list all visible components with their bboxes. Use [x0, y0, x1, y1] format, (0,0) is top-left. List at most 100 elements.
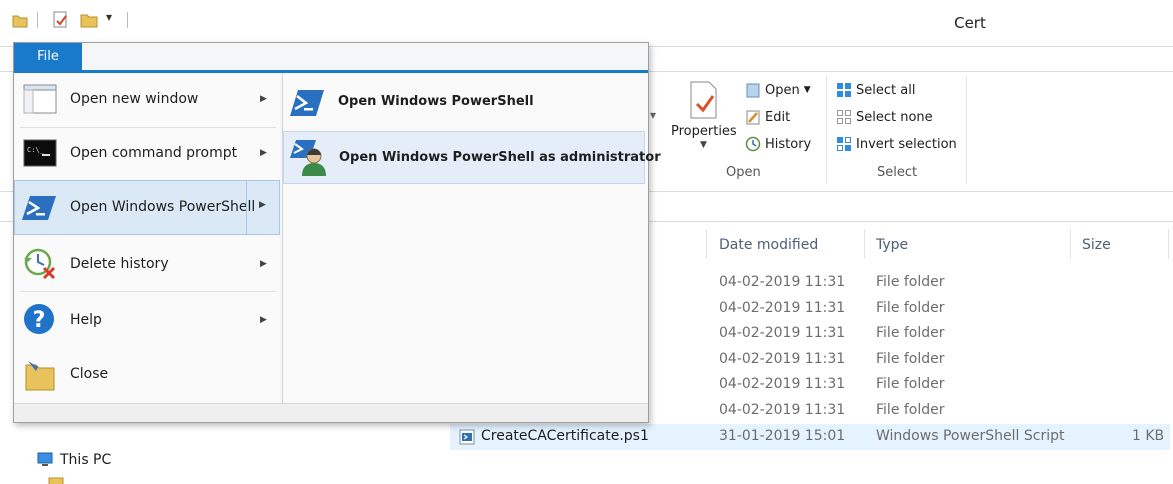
submenu-arrow-icon: ▶ [260, 148, 267, 158]
svg-text:C:\_: C:\_ [27, 146, 45, 154]
file-type: File folder [876, 274, 945, 290]
properties-large-icon [690, 81, 717, 119]
file-date: 04-02-2019 11:31 [719, 300, 846, 316]
folder-icon[interactable] [12, 12, 28, 28]
file-menu-footer [14, 403, 648, 422]
menu-item-open-command-prompt[interactable]: C:\_ Open command prompt ▶ [14, 128, 280, 180]
submenu-arrow-icon: ▶ [260, 259, 267, 269]
close-folder-icon [25, 361, 55, 391]
desktop-folder-icon [48, 477, 64, 484]
properties-icon[interactable] [52, 11, 70, 29]
menu-item-open-windows-powershell[interactable]: Open Windows PowerShell [14, 180, 280, 235]
file-type: Windows PowerShell Script [876, 428, 1065, 444]
customize-quick-access-button[interactable]: ▾ [106, 10, 112, 24]
properties-button[interactable]: Properties ▼ [668, 80, 737, 160]
history-label: History [765, 136, 812, 152]
toolbar-separator [37, 12, 38, 28]
file-type: File folder [876, 402, 945, 418]
open-button[interactable]: Open ▼ [745, 82, 811, 98]
file-date: 04-02-2019 11:31 [719, 325, 846, 341]
file-type: File folder [876, 351, 945, 367]
history-button[interactable]: History [745, 136, 811, 152]
powershell-admin-icon [290, 140, 326, 176]
menu-item-delete-history[interactable]: Delete history ▶ [14, 238, 280, 290]
svg-text:?: ? [33, 308, 46, 333]
menu-item-label: Open command prompt [70, 145, 238, 161]
submenu-item-open-windows-powershell[interactable]: Open Windows PowerShell [283, 76, 645, 129]
window-icon [23, 84, 57, 114]
select-none-button[interactable]: Select none [836, 109, 933, 125]
file-date: 04-02-2019 11:31 [719, 274, 846, 290]
open-dropdown-arrow: ▼ [803, 85, 811, 95]
invert-selection-button[interactable]: Invert selection [836, 136, 957, 152]
file-date: 04-02-2019 11:31 [719, 402, 846, 418]
history-icon [745, 136, 761, 152]
submenu-item-open-windows-powershell-as-administrator[interactable]: Open Windows PowerShell as administrator [283, 131, 661, 184]
submenu-arrow-icon: ▶ [260, 94, 267, 104]
file-type: File folder [876, 300, 945, 316]
toolbar-separator [127, 12, 128, 28]
column-header-type[interactable]: Type [876, 237, 908, 253]
invert-selection-label: Invert selection [856, 136, 957, 152]
open-group-label: Open [726, 165, 761, 180]
invert-selection-icon [837, 137, 851, 151]
select-none-label: Select none [856, 109, 933, 125]
navigation-pane: This PC [0, 420, 440, 484]
file-type: File folder [876, 376, 945, 392]
select-all-button[interactable]: Select all [836, 82, 915, 98]
select-all-label: Select all [856, 82, 916, 98]
file-type: File folder [876, 325, 945, 341]
properties-label: Properties [671, 124, 737, 139]
open-label: Open [765, 82, 800, 98]
menu-item-open-new-window[interactable]: Open new window ▶ [14, 75, 280, 125]
powershell-icon [22, 196, 56, 220]
select-group-label: Select [877, 165, 918, 180]
column-divider [706, 229, 707, 259]
edit-button[interactable]: Edit [745, 109, 790, 125]
submenu-arrow-icon: ▶ [260, 315, 267, 325]
menu-item-label: Delete history [70, 256, 169, 272]
edit-icon [746, 110, 760, 125]
column-header-date-modified[interactable]: Date modified [719, 237, 818, 253]
file-size: 1 KB [1132, 428, 1165, 444]
nav-item-this-pc[interactable]: This PC [36, 452, 111, 468]
file-tab[interactable]: File [14, 43, 82, 70]
edit-label: Edit [765, 109, 791, 125]
open-icon [746, 83, 760, 98]
nav-item-label: This PC [60, 452, 112, 468]
help-icon: ? [24, 304, 54, 334]
ribbon-group-divider [966, 76, 967, 184]
ribbon-group-divider [826, 76, 827, 184]
file-date: 31-01-2019 15:01 [719, 428, 846, 444]
file-date: 04-02-2019 11:31 [719, 376, 846, 392]
submenu-arrow-icon: ▶ [259, 200, 266, 210]
new-folder-icon[interactable] [80, 11, 98, 29]
command-prompt-icon: C:\_ [23, 139, 57, 167]
menu-item-close[interactable]: Close [14, 350, 280, 400]
menu-item-label: Open new window [70, 91, 199, 107]
submenu-item-label: Open Windows PowerShell as administrator [339, 150, 661, 165]
menu-item-help[interactable]: ? Help ▶ [14, 292, 280, 348]
select-all-icon [837, 83, 851, 97]
file-row-selected[interactable]: CreateCACertificate.ps1 31-01-2019 15:01… [450, 424, 1170, 450]
ribbon-scroll-arrow: ▾ [650, 108, 657, 122]
file-date: 04-02-2019 11:31 [719, 351, 846, 367]
powershell-icon [290, 90, 324, 116]
submenu-expander[interactable]: ▶ [246, 180, 280, 235]
column-divider [1168, 229, 1169, 259]
menu-item-label: Help [70, 312, 102, 328]
window-title: Cert [954, 14, 986, 32]
delete-history-icon [24, 248, 56, 280]
file-name: CreateCACertificate.ps1 [481, 428, 649, 444]
select-none-icon [837, 110, 851, 124]
menu-item-label: Close [70, 366, 109, 382]
powershell-script-icon [459, 429, 475, 445]
submenu-item-label: Open Windows PowerShell [338, 94, 534, 109]
computer-icon [37, 452, 53, 466]
title-bar: ▾ Cert [0, 0, 1173, 46]
column-header-size[interactable]: Size [1082, 237, 1111, 253]
properties-dropdown-arrow: ▼ [700, 140, 707, 150]
column-divider [864, 229, 865, 259]
column-divider [1070, 229, 1071, 259]
menu-item-label: Open Windows PowerShell [70, 199, 256, 215]
